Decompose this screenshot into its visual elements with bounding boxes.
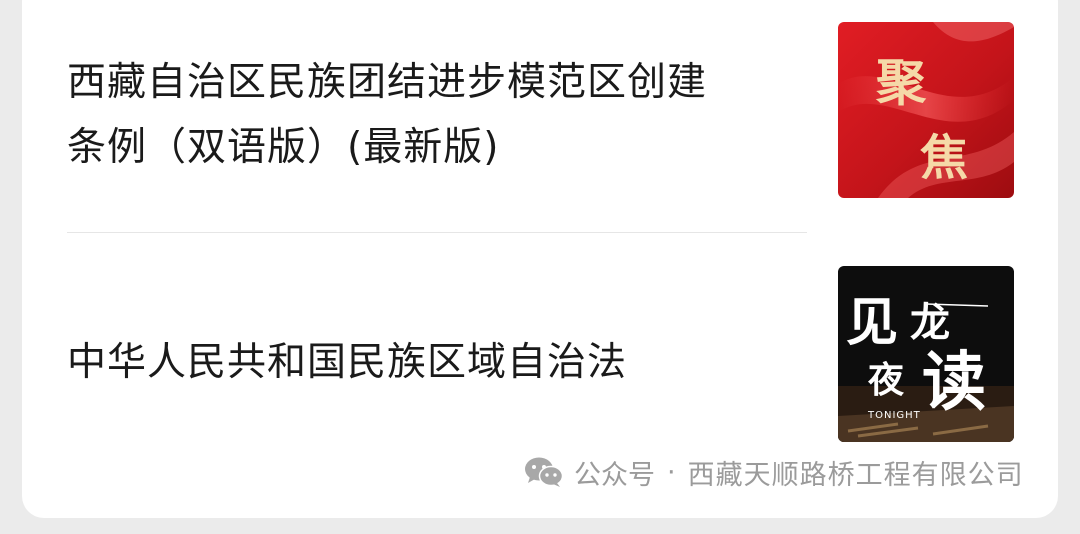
source-footer[interactable]: 公众号 · 西藏天顺路桥工程有限公司 [524, 452, 1024, 492]
article-card: 西藏自治区民族团结进步模范区创建 条例（双语版）(最新版) 聚 焦 中华人民共和… [22, 0, 1058, 518]
thumbnail-text-bottom: 焦 [920, 130, 968, 186]
article-thumbnail[interactable]: 见 龙 夜 读 TONIGHT [838, 266, 1014, 442]
thumbnail-text-top: 聚 [875, 53, 927, 112]
thumbnail-text-d: 读 [922, 346, 986, 420]
footer-label: 公众号 [574, 459, 655, 491]
article-title-line-2: 条例（双语版）(最新版) [67, 125, 500, 170]
account-name[interactable]: 西藏天顺路桥工程有限公司 [688, 453, 1024, 492]
footer-separator: · [667, 456, 676, 488]
red-banner-thumbnail-icon: 聚 焦 [838, 22, 1014, 198]
thumbnail-text-b: 龙 [910, 300, 950, 346]
thumbnail-text-a: 见 [846, 293, 898, 353]
wechat-icon [525, 457, 564, 487]
thumbnail-text-c: 夜 [867, 360, 905, 401]
article-title[interactable]: 中华人民共和国民族区域自治法 [67, 330, 807, 395]
thumbnail-text-tonight: TONIGHT [867, 410, 921, 421]
night-reading-thumbnail-icon: 见 龙 夜 读 TONIGHT [838, 266, 1014, 442]
article-title-line-1: 西藏自治区民族团结进步模范区创建 [67, 60, 708, 105]
article-thumbnail[interactable]: 聚 焦 [838, 22, 1014, 198]
article-item[interactable]: 西藏自治区民族团结进步模范区创建 条例（双语版）(最新版) 聚 焦 [22, 0, 1058, 232]
article-title[interactable]: 西藏自治区民族团结进步模范区创建 条例（双语版）(最新版) [67, 50, 807, 180]
